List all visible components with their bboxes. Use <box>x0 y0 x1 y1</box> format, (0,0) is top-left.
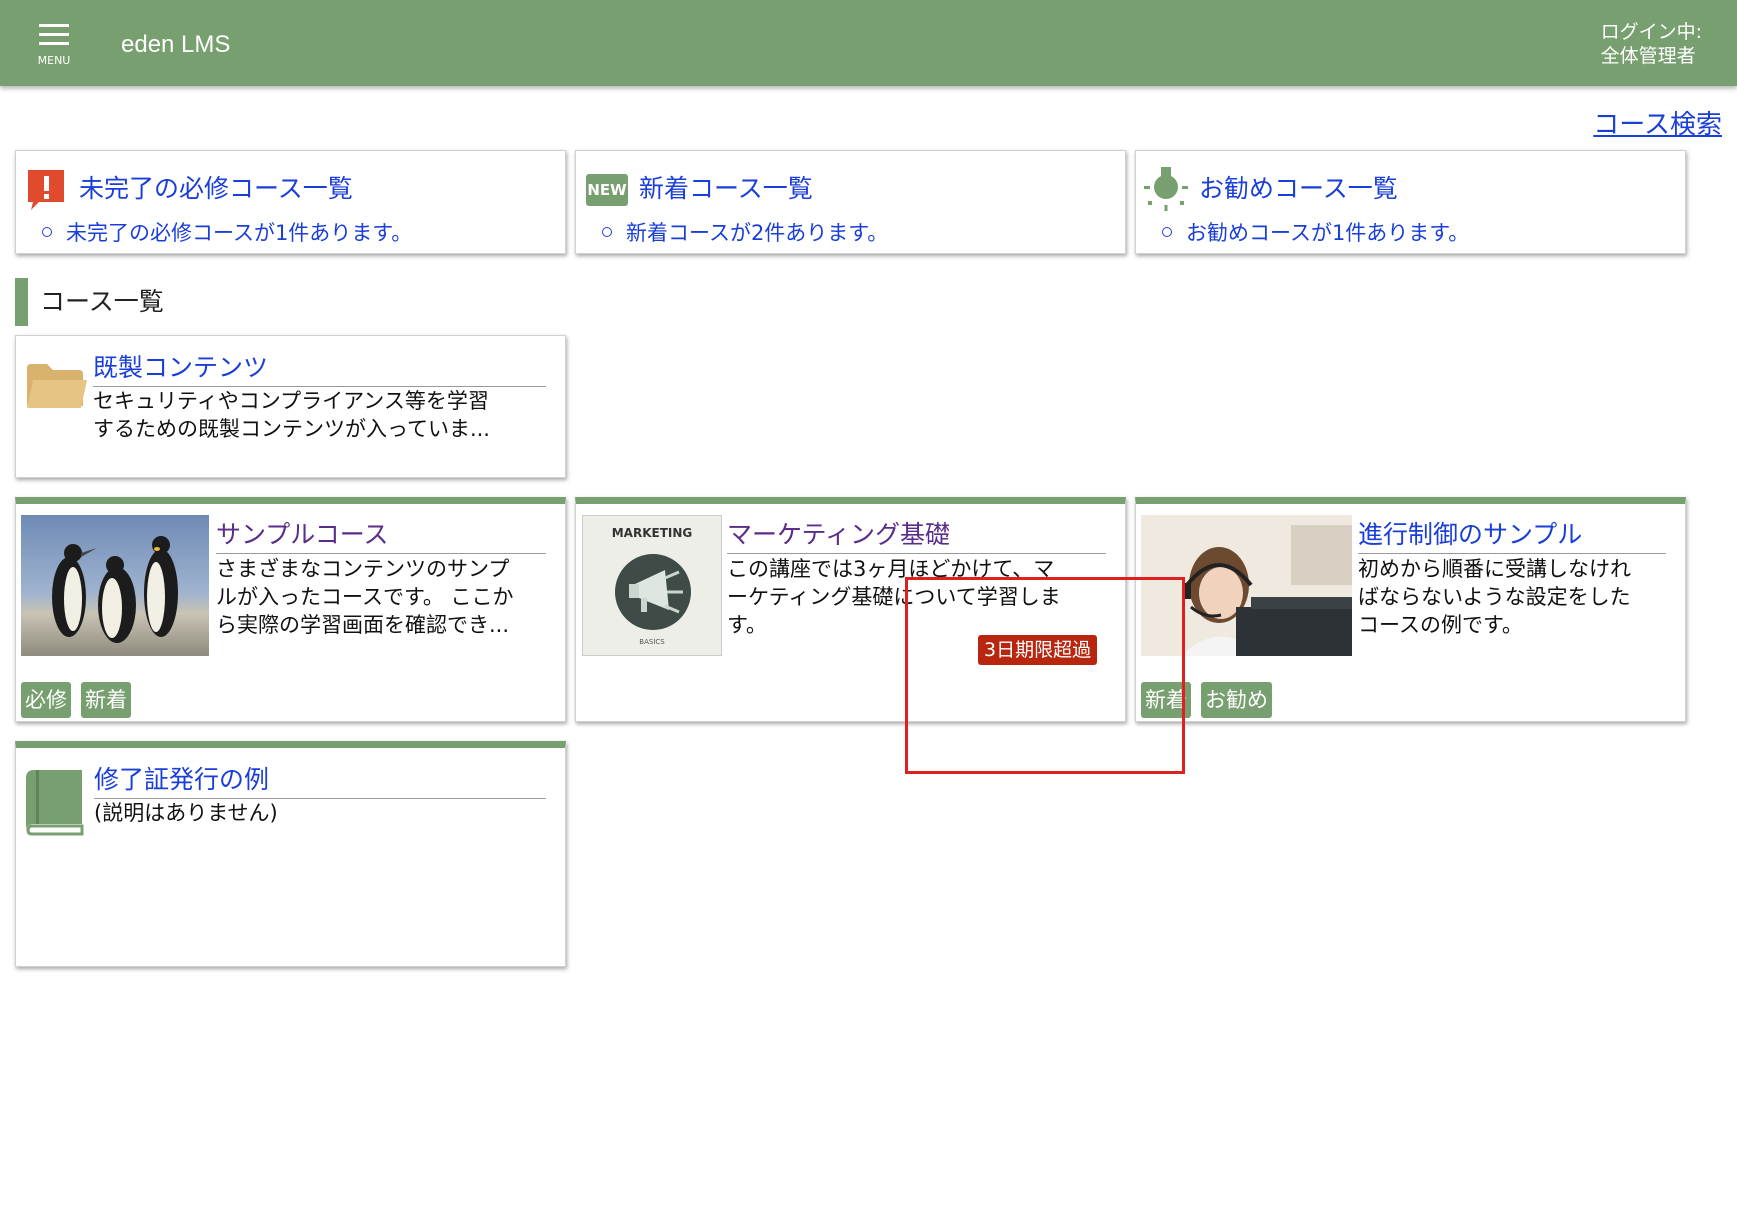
tag-new: 新着 <box>1141 682 1191 718</box>
summary-item-new[interactable]: 新着コースが2件あります。 <box>602 217 888 247</box>
lightbulb-icon <box>1144 167 1188 211</box>
course-card-marketing[interactable]: MARKETING BASICS マーケティング基礎 この講座では3ヶ月ほどかけ… <box>575 497 1126 722</box>
summary-title-new[interactable]: 新着コース一覧 <box>639 169 813 205</box>
course-list-heading: コース一覧 <box>15 278 164 326</box>
app-header: MENU eden LMS ログイン中: 全体管理者 <box>0 0 1737 86</box>
alert-icon <box>28 170 64 210</box>
summary-title-recommend[interactable]: お勧めコース一覧 <box>1199 169 1398 205</box>
course-card-certificate[interactable]: 修了証発行の例 (説明はありません) <box>15 741 566 967</box>
folder-title[interactable]: 既製コンテンツ <box>93 348 546 387</box>
book-icon <box>26 770 84 836</box>
summary-card-new[interactable]: NEW 新着コース一覧 新着コースが2件あります。 <box>575 150 1126 254</box>
course-desc-sample: さまざまなコンテンツのサンプ ルが入ったコースです。 ここか ら実際の学習画面を… <box>216 557 514 637</box>
tag-new: 新着 <box>81 682 131 718</box>
menu-label: MENU <box>37 54 71 67</box>
course-desc-certificate: (説明はありません) <box>94 801 278 825</box>
course-title-progress-control[interactable]: 進行制御のサンプル <box>1358 515 1666 554</box>
new-badge-icon: NEW <box>586 174 628 206</box>
course-title-marketing[interactable]: マーケティング基礎 <box>727 515 1106 554</box>
login-status: ログイン中: 全体管理者 <box>1601 20 1702 68</box>
tag-required: 必修 <box>21 682 71 718</box>
folder-card[interactable]: 既製コンテンツ セキュリティやコンプライアンス等を学習 するための既製コンテンツ… <box>15 335 566 478</box>
menu-button[interactable]: MENU <box>33 24 73 70</box>
tag-recommend: お勧め <box>1201 682 1272 718</box>
folder-icon <box>27 364 87 408</box>
app-title[interactable]: eden LMS <box>121 31 230 59</box>
course-desc-marketing: この講座では3ヶ月ほどかけて、マ ーケティング基礎について学習しま す。 <box>727 557 1061 637</box>
folder-desc: セキュリティやコンプライアンス等を学習 するための既製コンテンツが入っていま..… <box>93 389 490 441</box>
course-title-certificate[interactable]: 修了証発行の例 <box>94 760 546 799</box>
summary-item-recommend[interactable]: お勧めコースが1件あります。 <box>1162 217 1469 247</box>
hamburger-icon <box>39 24 69 27</box>
login-label: ログイン中: <box>1600 21 1702 43</box>
overdue-badge: 3日期限超過 <box>978 635 1098 665</box>
summary-item-required[interactable]: 未完了の必修コースが1件あります。 <box>42 217 412 247</box>
course-title-sample[interactable]: サンプルコース <box>216 515 546 554</box>
summary-card-required[interactable]: 未完了の必修コース一覧 未完了の必修コースが1件あります。 <box>15 150 566 254</box>
penguins-image <box>21 515 209 656</box>
summary-card-recommend[interactable]: お勧めコース一覧 お勧めコースが1件あります。 <box>1135 150 1686 254</box>
course-desc-progress-control: 初めから順番に受講しなけれ ばならないような設定をした コースの例です。 <box>1358 557 1631 637</box>
course-card-progress-control[interactable]: 進行制御のサンプル 初めから順番に受講しなけれ ばならないような設定をした コー… <box>1135 497 1686 722</box>
summary-title-required[interactable]: 未完了の必修コース一覧 <box>79 169 353 205</box>
course-card-sample[interactable]: サンプルコース さまざまなコンテンツのサンプ ルが入ったコースです。 ここか ら… <box>15 497 566 722</box>
login-user: 全体管理者 <box>1600 45 1696 67</box>
operator-image <box>1141 515 1352 656</box>
course-search-link[interactable]: コース検索 <box>1593 104 1722 141</box>
marketing-image: MARKETING BASICS <box>582 515 722 656</box>
